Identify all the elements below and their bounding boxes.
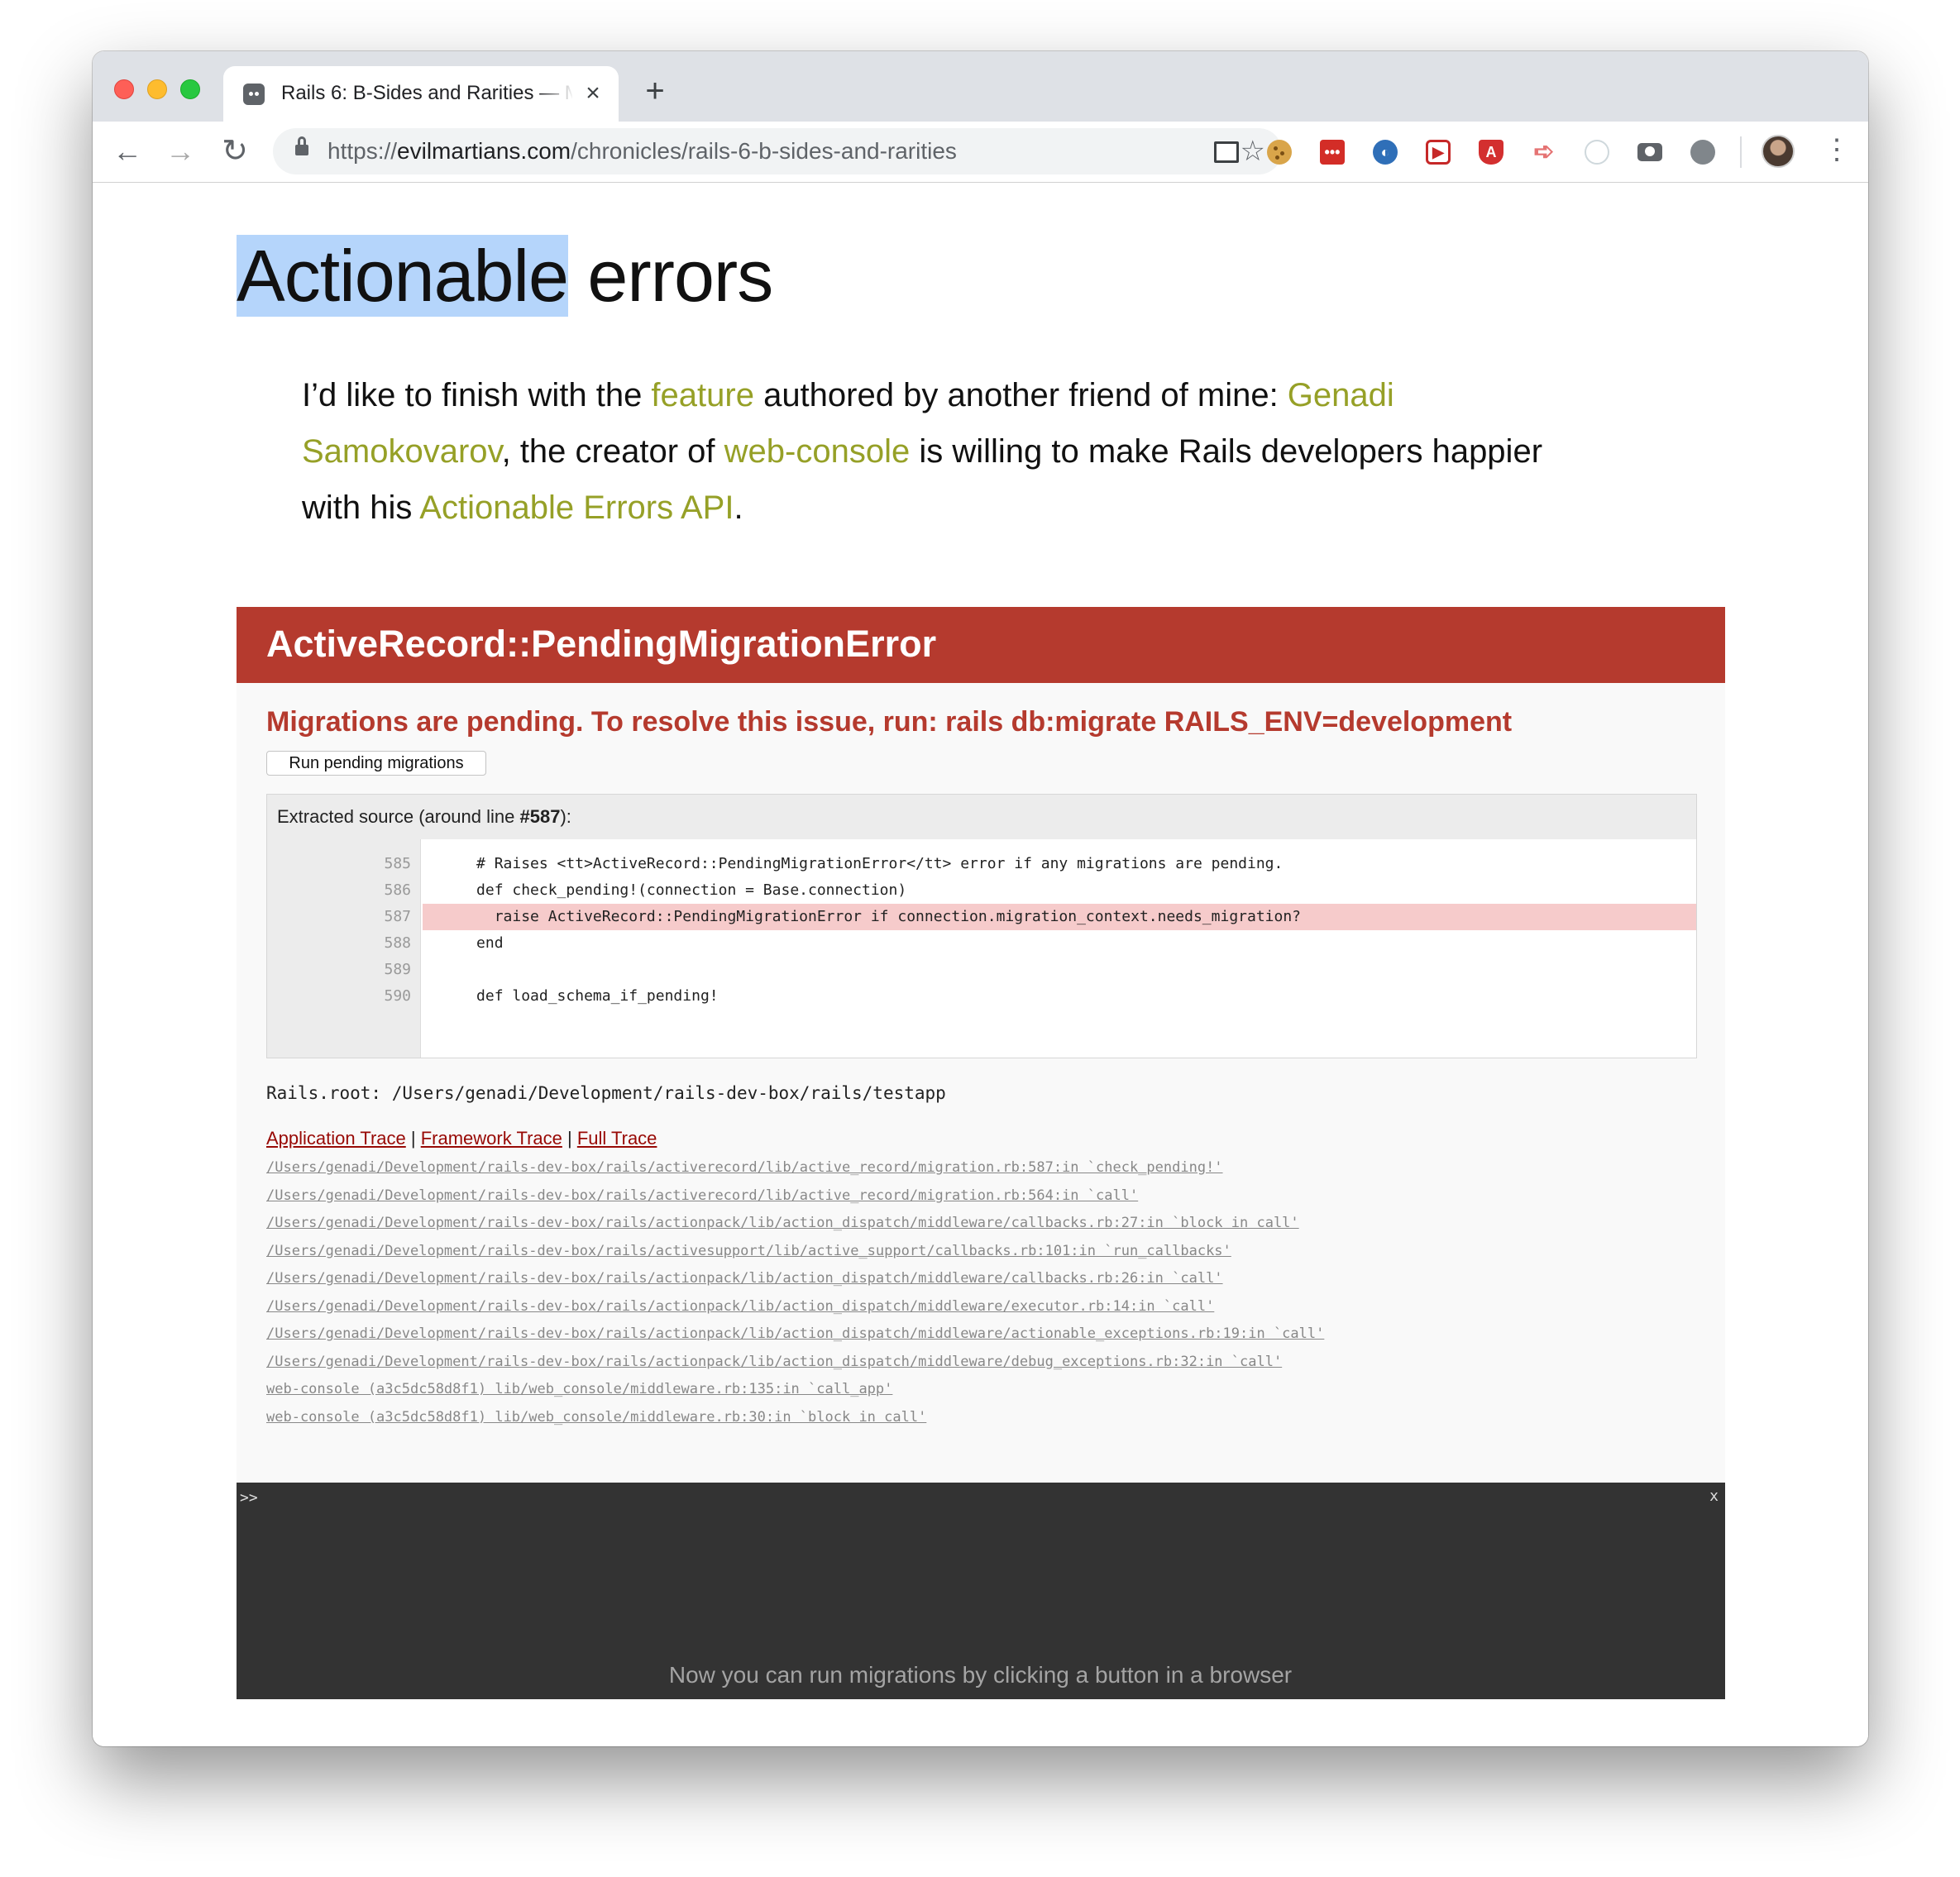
martian-favicon-icon [243,84,265,105]
trace-tabs: Application Trace | Framework Trace | Fu… [266,1128,657,1149]
article-page: Actionable errors I’d like to finish wit… [93,184,1868,1746]
code-text: def check_pending!(connection = Base.con… [423,881,907,899]
screenshot-icon[interactable] [1214,141,1239,163]
run-pending-migrations-button[interactable]: Run pending migrations [266,751,486,776]
tab-application-trace[interactable]: Application Trace [266,1128,406,1149]
selected-text: Actionable [237,235,569,317]
code-text: def load_schema_if_pending! [423,987,719,1005]
error-message: Migrations are pending. To resolve this … [266,706,1513,738]
minimize-window-button[interactable] [147,79,167,99]
code-line: 586 def check_pending!(connection = Base… [267,877,1696,904]
code-text: raise ActiveRecord::PendingMigrationErro… [423,904,1696,930]
line-number: 587 [384,908,411,925]
angular-icon[interactable]: A [1479,140,1503,165]
source-header: Extracted source (around line #587): [267,795,1696,839]
globe-icon[interactable] [1690,140,1715,165]
trace-list: /Users/genadi/Development/rails-dev-box/… [266,1154,1705,1431]
line-number: 588 [384,934,411,952]
tab-framework-trace[interactable]: Framework Trace [421,1128,562,1149]
web-console-link[interactable]: web-console [724,433,911,470]
opera-icon[interactable]: ◐ [1373,140,1398,165]
line-number: 589 [384,961,411,978]
image-caption: Now you can run migrations by clicking a… [668,1662,1293,1688]
tab-title-fade [538,76,574,112]
trace-line[interactable]: /Users/genadi/Development/rails-dev-box/… [266,1265,1705,1293]
browser-tab[interactable]: Rails 6: B-Sides and Rarities — Martian … [223,66,619,122]
code-line: 585 # Raises <tt>ActiveRecord::PendingMi… [267,851,1696,877]
address-bar[interactable]: https://evilmartians.com/chronicles/rail… [273,128,1282,174]
close-window-button[interactable] [114,79,134,99]
title-bar: Rails 6: B-Sides and Rarities — Martian … [93,51,1868,122]
trace-line[interactable]: /Users/genadi/Development/rails-dev-box/… [266,1349,1705,1377]
new-tab-button[interactable]: + [638,74,672,107]
arrow-icon[interactable]: ➪ [1532,140,1556,165]
reload-icon[interactable]: ↻ [217,133,253,170]
trace-line[interactable]: /Users/genadi/Development/rails-dev-box/… [266,1238,1705,1266]
intro-paragraph: I’d like to finish with the feature auth… [302,377,1543,526]
browser-window: Rails 6: B-Sides and Rarities — Martian … [93,51,1868,1746]
actionable-errors-api-link[interactable]: Actionable Errors API [419,490,734,526]
code-text: end [423,934,504,952]
extracted-source: Extracted source (around line #587): 585… [266,794,1697,1058]
trace-line[interactable]: /Users/genadi/Development/rails-dev-box/… [266,1210,1705,1238]
lastpass-icon[interactable]: ••• [1320,140,1345,165]
code-line: 588 end [267,930,1696,957]
line-number: 586 [384,881,411,899]
play-icon[interactable]: ▶ [1426,140,1451,165]
error-title: ActiveRecord::PendingMigrationError [266,623,937,665]
line-number: 585 [384,855,411,872]
line-number: 590 [384,987,411,1005]
forward-arrow-icon[interactable]: → [162,133,198,170]
avatar[interactable] [1762,135,1795,168]
kebab-menu-icon[interactable]: ⋮ [1823,133,1851,170]
camera-icon[interactable] [1637,143,1662,161]
error-header: ActiveRecord::PendingMigrationError [237,607,1725,683]
tab-close-icon[interactable]: × [579,79,607,107]
code-line: 589 [267,957,1696,983]
code-line: 590 def load_schema_if_pending! [267,983,1696,1010]
trace-line[interactable]: /Users/genadi/Development/rails-dev-box/… [266,1154,1705,1182]
rails-root: Rails.root: /Users/genadi/Development/ra… [266,1083,946,1103]
toolbar-divider [1740,136,1742,168]
bookmark-star-icon[interactable]: ☆ [1241,135,1265,168]
react-icon[interactable] [1585,140,1609,165]
code-line: 587 raise ActiveRecord::PendingMigration… [267,904,1696,930]
trace-line[interactable]: web-console (a3c5dc58d8f1) lib/web_conso… [266,1376,1705,1404]
back-arrow-icon[interactable]: ← [109,133,146,170]
trace-line[interactable]: web-console (a3c5dc58d8f1) lib/web_conso… [266,1404,1705,1432]
url-text[interactable]: https://evilmartians.com/chronicles/rail… [327,136,957,166]
lock-icon[interactable] [295,136,308,156]
trace-line[interactable]: /Users/genadi/Development/rails-dev-box/… [266,1293,1705,1321]
console-prompt[interactable]: >> [240,1489,258,1507]
browser-toolbar: ← → ↻ https://evilmartians.com/chronicle… [93,122,1868,183]
feature-link[interactable]: feature [651,377,754,413]
tab-title: Rails 6: B-Sides and Rarities — Martian … [281,82,572,104]
console-close-icon[interactable]: x [1709,1488,1719,1506]
zoom-window-button[interactable] [180,79,200,99]
code-text: # Raises <tt>ActiveRecord::PendingMigrat… [423,855,1284,872]
page-title: Actionable errors [237,235,773,317]
tab-full-trace[interactable]: Full Trace [577,1128,657,1149]
trace-line[interactable]: /Users/genadi/Development/rails-dev-box/… [266,1182,1705,1211]
cookie-icon[interactable] [1267,140,1292,165]
trace-line[interactable]: /Users/genadi/Development/rails-dev-box/… [266,1321,1705,1349]
